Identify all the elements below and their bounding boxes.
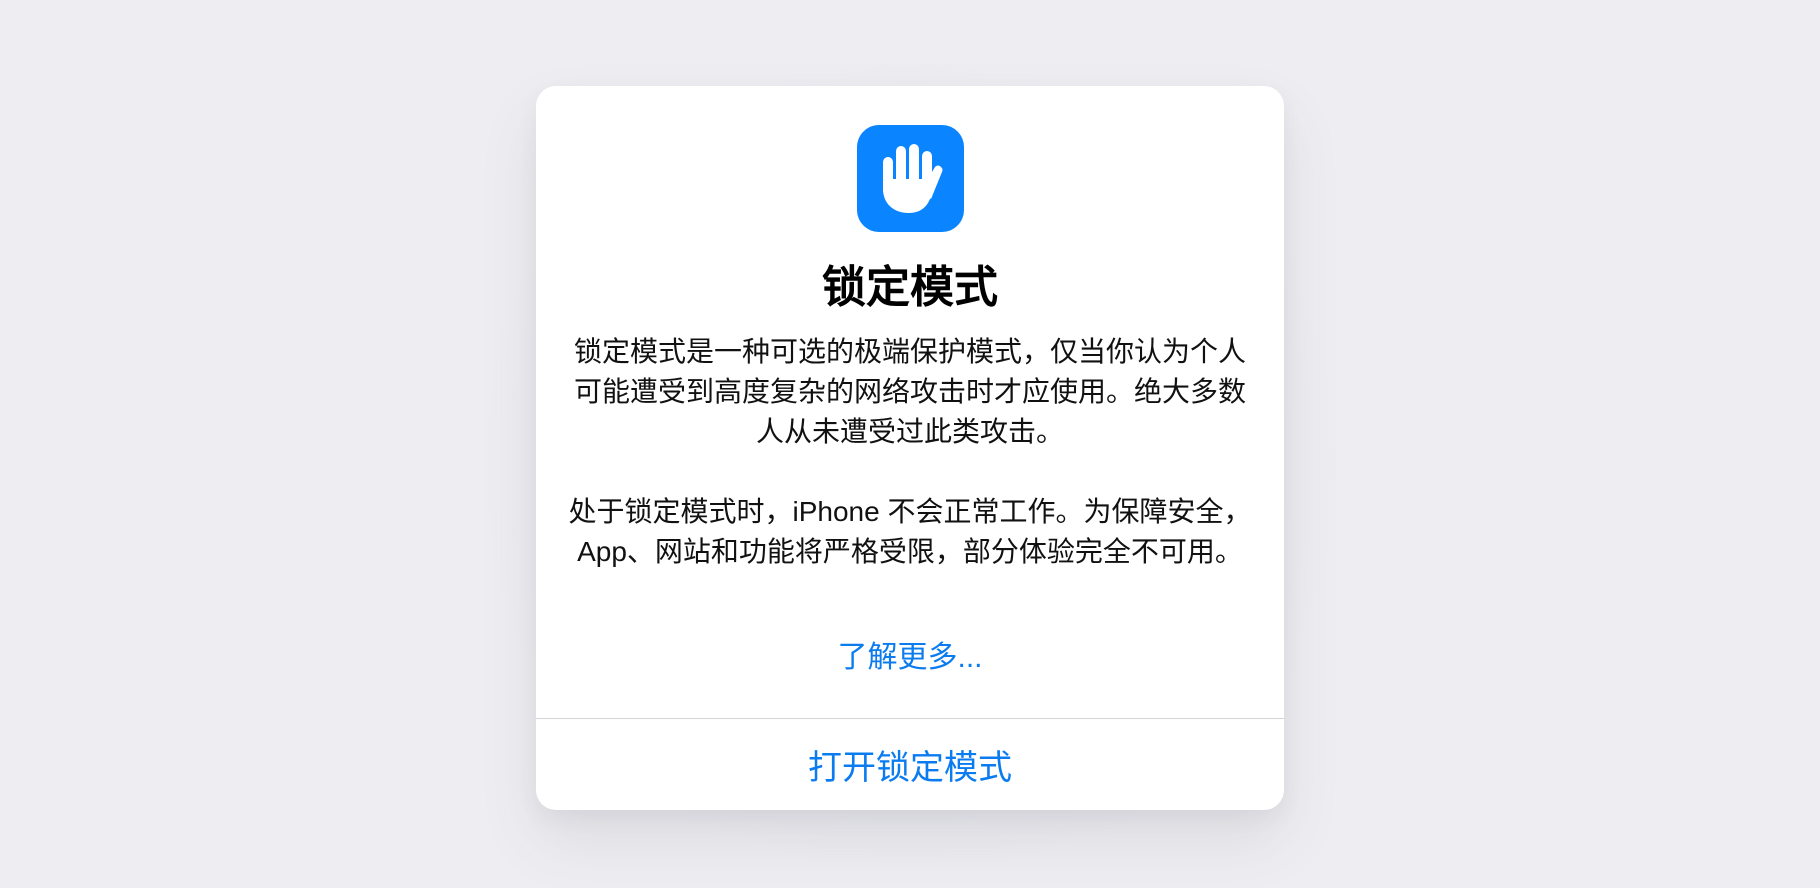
lockdown-mode-dialog: 锁定模式 锁定模式是一种可选的极端保护模式，仅当你认为个人可能遭受到高度复杂的网… [536, 86, 1284, 810]
description-paragraph-1: 锁定模式是一种可选的极端保护模式，仅当你认为个人可能遭受到高度复杂的网络攻击时才… [573, 336, 1246, 447]
raised-hand-icon [857, 125, 964, 232]
description-paragraph-2: 处于锁定模式时，iPhone 不会正常工作。为保障安全，App、网站和功能将严格… [568, 496, 1252, 567]
dialog-title: 锁定模式 [822, 263, 998, 312]
learn-more-link[interactable]: 了解更多... [536, 638, 1284, 678]
turn-on-lockdown-mode-button[interactable]: 打开锁定模式 [536, 719, 1284, 810]
